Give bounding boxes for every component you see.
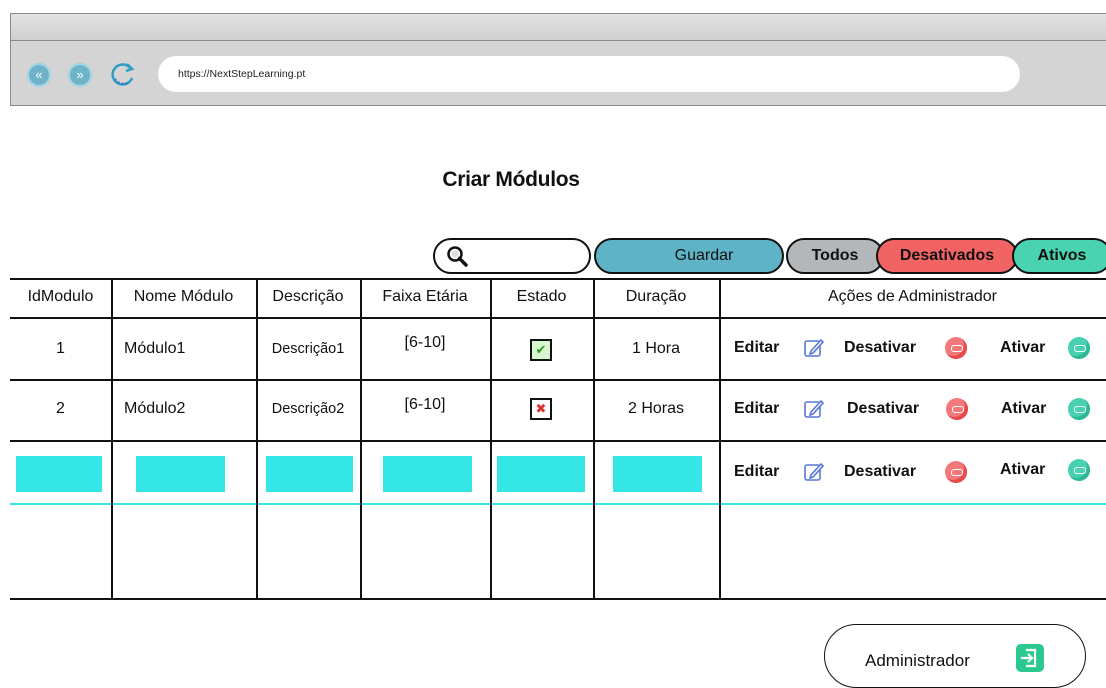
enable-button[interactable]: Ativar [1000, 461, 1045, 479]
state-active-checkbox-icon[interactable]: ✔ [530, 339, 552, 361]
table-border [10, 379, 1106, 381]
column-divider [719, 278, 721, 600]
browser-toolbar: « » https://NextStepLearning.pt [10, 40, 1106, 106]
logout-icon [1016, 644, 1044, 672]
row-age-range: [6-10] [404, 396, 446, 413]
duration-field[interactable] [613, 456, 702, 492]
row-duration: 2 Horas [627, 400, 685, 417]
header-id: IdModulo [27, 288, 94, 305]
column-divider [593, 278, 595, 600]
column-divider [490, 278, 492, 600]
edit-icon[interactable] [803, 337, 825, 359]
disable-button[interactable]: Desativar [847, 400, 919, 418]
edit-button[interactable]: Editar [734, 463, 779, 481]
id-field[interactable] [16, 456, 102, 492]
forward-arrow-icon[interactable]: » [68, 63, 92, 87]
state-inactive-checkbox-icon[interactable]: ✖ [530, 398, 552, 420]
enable-button[interactable]: Ativar [1000, 339, 1045, 357]
state-field[interactable] [497, 456, 585, 492]
back-arrow-icon[interactable]: « [27, 63, 51, 87]
column-divider [360, 278, 362, 600]
column-divider [111, 278, 113, 600]
header-name: Nome Módulo [133, 288, 234, 305]
name-field[interactable] [136, 456, 225, 492]
save-button[interactable]: Guardar [594, 238, 784, 274]
reload-icon[interactable] [109, 60, 137, 88]
column-divider [256, 278, 258, 600]
table-border [10, 503, 1106, 505]
row-name: Módulo1 [124, 340, 186, 357]
edit-icon[interactable] [803, 398, 825, 420]
edit-button[interactable]: Editar [734, 400, 779, 418]
toggle-on-icon[interactable] [1068, 398, 1090, 420]
table-border [10, 440, 1106, 442]
row-description: Descrição1 [271, 341, 345, 357]
toggle-on-icon[interactable] [1068, 459, 1090, 481]
toggle-off-icon[interactable] [945, 337, 967, 359]
table-border [10, 317, 1106, 319]
administrator-button[interactable]: Administrador [824, 624, 1086, 688]
row-age-range: [6-10] [404, 334, 446, 351]
url-bar[interactable]: https://NextStepLearning.pt [158, 56, 1020, 92]
header-age-range: Faixa Etária [382, 288, 468, 305]
table-border [10, 278, 1106, 280]
toggle-off-icon[interactable] [945, 461, 967, 483]
edit-icon[interactable] [803, 461, 825, 483]
header-description: Descrição [272, 288, 344, 305]
row-name: Módulo2 [124, 400, 186, 417]
enable-button[interactable]: Ativar [1001, 400, 1046, 418]
row-id: 2 [56, 400, 65, 417]
row-duration: 1 Hora [631, 340, 681, 357]
toggle-off-icon[interactable] [946, 398, 968, 420]
disable-button[interactable]: Desativar [844, 339, 916, 357]
search-icon [447, 246, 468, 267]
browser-title-bar [10, 13, 1106, 41]
filter-disabled-button[interactable]: Desativados [876, 238, 1018, 274]
header-duration: Duração [625, 288, 687, 305]
filter-active-button[interactable]: Ativos [1012, 238, 1106, 274]
administrator-label: Administrador [865, 651, 970, 670]
edit-button[interactable]: Editar [734, 339, 779, 357]
header-admin-actions: Ações de Administrador [828, 288, 997, 305]
description-field[interactable] [266, 456, 353, 492]
toggle-on-icon[interactable] [1068, 337, 1090, 359]
header-state: Estado [516, 288, 567, 305]
disable-button[interactable]: Desativar [844, 463, 916, 481]
table-border [10, 598, 1106, 600]
search-input[interactable] [433, 238, 591, 274]
row-id: 1 [56, 340, 65, 357]
page-title: Criar Módulos [442, 168, 580, 191]
filter-all-button[interactable]: Todos [786, 238, 884, 274]
row-description: Descrição2 [271, 401, 345, 417]
age-range-field[interactable] [383, 456, 472, 492]
